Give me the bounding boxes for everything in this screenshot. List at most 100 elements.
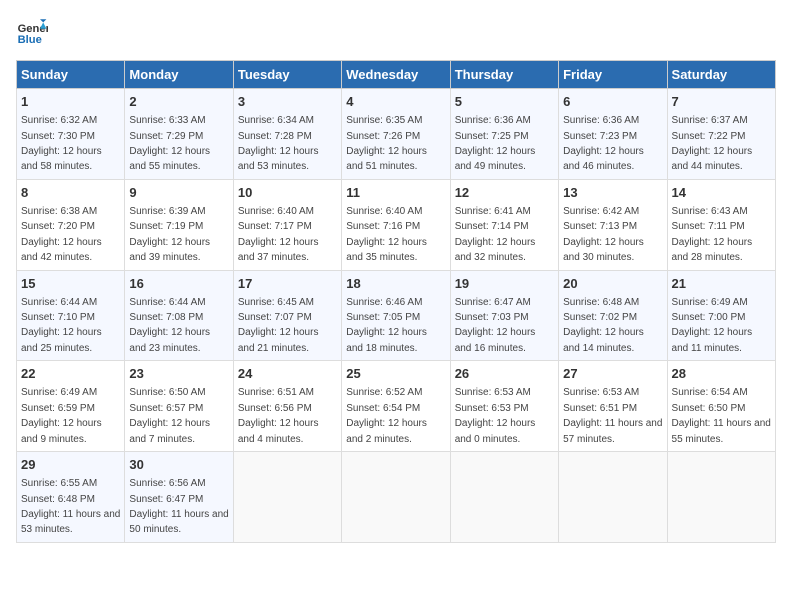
day-number: 15 [21, 275, 120, 293]
calendar-day-cell: 28 Sunrise: 6:54 AM Sunset: 6:50 PM Dayl… [667, 361, 775, 452]
day-number: 24 [238, 365, 337, 383]
day-number: 12 [455, 184, 554, 202]
page-header: General Blue [16, 16, 776, 48]
sunset-text: Sunset: 7:19 PM [129, 221, 203, 232]
sunrise-text: Sunrise: 6:44 AM [21, 297, 97, 308]
sunrise-text: Sunrise: 6:43 AM [672, 206, 748, 217]
day-number: 29 [21, 456, 120, 474]
sunrise-text: Sunrise: 6:46 AM [346, 297, 422, 308]
calendar-day-cell: 5 Sunrise: 6:36 AM Sunset: 7:25 PM Dayli… [450, 89, 558, 180]
daylight-text: Daylight: 11 hours and 57 minutes. [563, 418, 662, 444]
calendar-day-cell: 26 Sunrise: 6:53 AM Sunset: 6:53 PM Dayl… [450, 361, 558, 452]
day-number: 21 [672, 275, 771, 293]
daylight-text: Daylight: 12 hours and 23 minutes. [129, 327, 210, 353]
day-number: 14 [672, 184, 771, 202]
day-number: 1 [21, 93, 120, 111]
sunset-text: Sunset: 7:20 PM [21, 221, 95, 232]
day-number: 5 [455, 93, 554, 111]
calendar-day-cell: 22 Sunrise: 6:49 AM Sunset: 6:59 PM Dayl… [17, 361, 125, 452]
sunrise-text: Sunrise: 6:34 AM [238, 115, 314, 126]
calendar-day-cell: 2 Sunrise: 6:33 AM Sunset: 7:29 PM Dayli… [125, 89, 233, 180]
day-number: 2 [129, 93, 228, 111]
calendar-day-cell [559, 452, 667, 543]
day-number: 6 [563, 93, 662, 111]
daylight-text: Daylight: 12 hours and 25 minutes. [21, 327, 102, 353]
daylight-text: Daylight: 11 hours and 55 minutes. [672, 418, 771, 444]
sunset-text: Sunset: 7:05 PM [346, 312, 420, 323]
calendar-week-row: 29 Sunrise: 6:55 AM Sunset: 6:48 PM Dayl… [17, 452, 776, 543]
sunrise-text: Sunrise: 6:40 AM [238, 206, 314, 217]
sunrise-text: Sunrise: 6:53 AM [563, 387, 639, 398]
sunrise-text: Sunrise: 6:52 AM [346, 387, 422, 398]
sunrise-text: Sunrise: 6:55 AM [21, 478, 97, 489]
calendar-day-cell: 12 Sunrise: 6:41 AM Sunset: 7:14 PM Dayl… [450, 179, 558, 270]
sunrise-text: Sunrise: 6:32 AM [21, 115, 97, 126]
daylight-text: Daylight: 11 hours and 53 minutes. [21, 509, 120, 535]
calendar-body: 1 Sunrise: 6:32 AM Sunset: 7:30 PM Dayli… [17, 89, 776, 543]
daylight-text: Daylight: 12 hours and 55 minutes. [129, 146, 210, 172]
daylight-text: Daylight: 12 hours and 58 minutes. [21, 146, 102, 172]
calendar-day-cell: 19 Sunrise: 6:47 AM Sunset: 7:03 PM Dayl… [450, 270, 558, 361]
calendar-day-cell: 6 Sunrise: 6:36 AM Sunset: 7:23 PM Dayli… [559, 89, 667, 180]
sunset-text: Sunset: 7:08 PM [129, 312, 203, 323]
sunrise-text: Sunrise: 6:54 AM [672, 387, 748, 398]
calendar-day-cell: 3 Sunrise: 6:34 AM Sunset: 7:28 PM Dayli… [233, 89, 341, 180]
daylight-text: Daylight: 12 hours and 4 minutes. [238, 418, 319, 444]
sunset-text: Sunset: 7:22 PM [672, 131, 746, 142]
day-number: 10 [238, 184, 337, 202]
daylight-text: Daylight: 12 hours and 49 minutes. [455, 146, 536, 172]
sunrise-text: Sunrise: 6:37 AM [672, 115, 748, 126]
sunrise-text: Sunrise: 6:38 AM [21, 206, 97, 217]
daylight-text: Daylight: 12 hours and 11 minutes. [672, 327, 753, 353]
day-number: 26 [455, 365, 554, 383]
sunrise-text: Sunrise: 6:39 AM [129, 206, 205, 217]
sunset-text: Sunset: 7:30 PM [21, 131, 95, 142]
day-number: 16 [129, 275, 228, 293]
sunrise-text: Sunrise: 6:36 AM [455, 115, 531, 126]
weekday-header-cell: Friday [559, 61, 667, 89]
daylight-text: Daylight: 12 hours and 32 minutes. [455, 237, 536, 263]
weekday-header-cell: Saturday [667, 61, 775, 89]
day-number: 20 [563, 275, 662, 293]
calendar-day-cell: 17 Sunrise: 6:45 AM Sunset: 7:07 PM Dayl… [233, 270, 341, 361]
sunset-text: Sunset: 6:57 PM [129, 403, 203, 414]
logo-icon: General Blue [16, 16, 48, 48]
day-number: 22 [21, 365, 120, 383]
sunset-text: Sunset: 7:10 PM [21, 312, 95, 323]
calendar-day-cell [667, 452, 775, 543]
calendar-day-cell [342, 452, 450, 543]
sunrise-text: Sunrise: 6:42 AM [563, 206, 639, 217]
sunrise-text: Sunrise: 6:48 AM [563, 297, 639, 308]
daylight-text: Daylight: 12 hours and 53 minutes. [238, 146, 319, 172]
calendar-day-cell: 21 Sunrise: 6:49 AM Sunset: 7:00 PM Dayl… [667, 270, 775, 361]
daylight-text: Daylight: 12 hours and 14 minutes. [563, 327, 644, 353]
sunrise-text: Sunrise: 6:51 AM [238, 387, 314, 398]
daylight-text: Daylight: 12 hours and 21 minutes. [238, 327, 319, 353]
sunrise-text: Sunrise: 6:36 AM [563, 115, 639, 126]
sunset-text: Sunset: 7:17 PM [238, 221, 312, 232]
day-number: 27 [563, 365, 662, 383]
weekday-header-cell: Monday [125, 61, 233, 89]
day-number: 28 [672, 365, 771, 383]
day-number: 18 [346, 275, 445, 293]
daylight-text: Daylight: 12 hours and 37 minutes. [238, 237, 319, 263]
sunset-text: Sunset: 6:48 PM [21, 494, 95, 505]
calendar-day-cell: 20 Sunrise: 6:48 AM Sunset: 7:02 PM Dayl… [559, 270, 667, 361]
daylight-text: Daylight: 12 hours and 2 minutes. [346, 418, 427, 444]
calendar-day-cell [450, 452, 558, 543]
calendar-day-cell: 9 Sunrise: 6:39 AM Sunset: 7:19 PM Dayli… [125, 179, 233, 270]
calendar-day-cell [233, 452, 341, 543]
day-number: 30 [129, 456, 228, 474]
sunset-text: Sunset: 6:51 PM [563, 403, 637, 414]
calendar-day-cell: 13 Sunrise: 6:42 AM Sunset: 7:13 PM Dayl… [559, 179, 667, 270]
sunset-text: Sunset: 7:03 PM [455, 312, 529, 323]
weekday-header-cell: Sunday [17, 61, 125, 89]
weekday-header-row: SundayMondayTuesdayWednesdayThursdayFrid… [17, 61, 776, 89]
sunset-text: Sunset: 7:29 PM [129, 131, 203, 142]
sunrise-text: Sunrise: 6:41 AM [455, 206, 531, 217]
daylight-text: Daylight: 12 hours and 39 minutes. [129, 237, 210, 263]
sunset-text: Sunset: 7:26 PM [346, 131, 420, 142]
day-number: 7 [672, 93, 771, 111]
daylight-text: Daylight: 12 hours and 28 minutes. [672, 237, 753, 263]
sunset-text: Sunset: 6:50 PM [672, 403, 746, 414]
